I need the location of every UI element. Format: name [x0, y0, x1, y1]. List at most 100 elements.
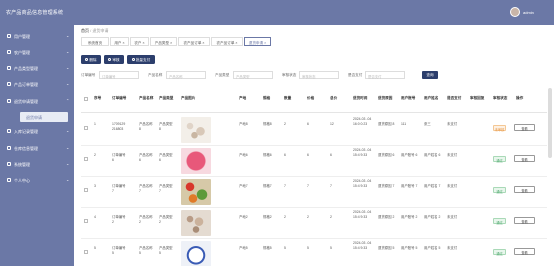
tab-orders-b[interactable]: 农产品订单 × — [211, 37, 243, 46]
cell-origin: 产地6 — [239, 153, 248, 157]
cell-time: 2024-03 -04 15:4 9:33 — [353, 148, 372, 157]
col-header: 用户账号 — [401, 96, 416, 100]
chevron-down-icon: ⌄ — [66, 177, 70, 182]
row-checkbox[interactable] — [84, 250, 88, 254]
breadcrumb-home[interactable]: 首页 — [81, 28, 89, 33]
view-button[interactable]: 查看 — [514, 186, 535, 193]
cell-account: 用户账号 2 — [401, 215, 418, 219]
col-header: 价格 — [307, 96, 315, 100]
search-input-order[interactable]: 订单编号 — [99, 71, 139, 79]
sidebar: 用户管理 ⌄ 农户管理 ⌄ 产品类型管理 ⌄ 产品订单管理 ⌄ 退货申请管理 ⌃… — [0, 25, 74, 266]
cell-type: 产品类型 5 — [159, 246, 173, 255]
product-image — [181, 210, 211, 236]
search-input-type[interactable]: 产品类型 — [233, 71, 273, 79]
tab-returns[interactable]: 退货申请 × — [244, 37, 271, 46]
col-header: 退货时间 — [353, 96, 368, 100]
search-input-status[interactable]: 审核状态 — [299, 71, 339, 79]
sidebar-subitem-returns[interactable]: 退货申请 — [20, 112, 68, 122]
table-row: 4 订单编号 2 产品名称 2 产品类型 2 产地2 规格2 2 2 2 2024-03 -04 … — [81, 207, 547, 239]
cell-reason: 退货原因 8 — [378, 122, 395, 126]
cell-price: 2 — [307, 215, 309, 219]
search-input-paid[interactable]: 是否支付 — [365, 71, 405, 79]
row-checkbox[interactable] — [84, 157, 88, 161]
search-button[interactable]: 查询 — [422, 71, 438, 79]
view-button[interactable]: 查看 — [514, 248, 535, 255]
delete-button[interactable]: 删除 — [81, 55, 101, 64]
col-header: 序号 — [94, 96, 102, 100]
status-badge: 通过 — [493, 156, 506, 163]
search-input-name[interactable]: 产品名称 — [166, 71, 206, 79]
app-title: 农产品商品信息管理系统 — [6, 10, 64, 16]
cell-no: 1 — [94, 122, 96, 126]
batch-pay-button[interactable]: 批量支付 — [127, 55, 155, 64]
sidebar-item-farmers[interactable]: 农户管理 ⌄ — [0, 47, 74, 58]
cell-paid: 未支付 — [447, 184, 458, 188]
col-header: 总价 — [330, 96, 338, 100]
sidebar-item-returns[interactable]: 退货申请管理 ⌃ — [0, 96, 74, 107]
sidebar-item-product-types[interactable]: 产品类型管理 ⌄ — [0, 63, 74, 74]
tab-orders-a[interactable]: 农产品订单 × — [178, 37, 210, 46]
cell-order: 订单编号 5 — [112, 246, 126, 255]
cell-name: 产品名称 7 — [139, 184, 153, 193]
table-row: 5 订单编号 5 产品名称 5 产品类型 5 产地5 规格5 5 5 5 2024-03 -04 … — [81, 238, 547, 266]
cell-account: 111 — [401, 122, 407, 126]
tab-users[interactable]: 用户 × — [110, 37, 129, 46]
sidebar-item-label: 仓库信息管理 — [14, 146, 38, 151]
cell-name: 产品名称 6 — [139, 153, 153, 162]
table-row: 3 订单编号 7 产品名称 7 产品类型 7 产地7 规格7 7 7 7 2024-03 -04 … — [81, 176, 547, 208]
row-checkbox[interactable] — [84, 126, 88, 130]
search-label-status: 审核状态 — [282, 73, 297, 77]
tab-product-types[interactable]: 产品类型 × — [150, 37, 177, 46]
cell-type: 产品类型 7 — [159, 184, 173, 193]
chevron-down-icon: ⌄ — [66, 161, 70, 166]
breadcrumb: 首页 / 退货申请 — [81, 28, 108, 34]
cell-time: 2024-03 -04 16:0 0:23 — [353, 117, 372, 126]
cell-type: 产品类型 6 — [159, 153, 173, 162]
cell-total: 5 — [330, 246, 332, 250]
cell-order: 订单编号 6 — [112, 153, 126, 162]
row-checkbox[interactable] — [84, 188, 88, 192]
cell-reason: 退货原因 2 — [378, 215, 395, 219]
col-header: 用户姓名 — [424, 96, 439, 100]
cell-paid: 未支付 — [447, 153, 458, 157]
search-label-paid: 是否支付 — [348, 73, 363, 77]
table-scrollbar[interactable] — [548, 88, 552, 158]
cell-order: 1709129 216803 — [112, 122, 126, 131]
cell-qty: 6 — [284, 153, 286, 157]
product-image — [181, 117, 211, 143]
tab-farmers[interactable]: 农户 × — [130, 37, 149, 46]
avatar[interactable] — [510, 7, 520, 17]
username-label[interactable]: admin — [523, 10, 534, 15]
audit-button-label: 审核 — [112, 57, 120, 62]
sidebar-item-inbound[interactable]: 入库记录管理 ⌄ — [0, 126, 74, 137]
view-button[interactable]: 查看 — [514, 217, 535, 224]
sidebar-item-system[interactable]: 系统管理 ⌄ — [0, 159, 74, 170]
cell-order: 订单编号 2 — [112, 215, 126, 224]
sidebar-item-label: 农户管理 — [14, 50, 30, 55]
chevron-down-icon: ⌄ — [66, 145, 70, 150]
pay-icon — [131, 58, 135, 61]
sidebar-item-label: 个人中心 — [14, 178, 30, 183]
cell-origin: 产地7 — [239, 184, 248, 188]
cell-origin: 产地5 — [239, 246, 248, 250]
cell-reason: 退货原因 6 — [378, 153, 395, 157]
row-checkbox[interactable] — [84, 219, 88, 223]
cell-reason: 退货原因 5 — [378, 246, 395, 250]
cell-account: 用户账号 5 — [401, 246, 418, 250]
top-header: 农产品商品信息管理系统 admin — [0, 0, 554, 25]
chevron-down-icon: ⌄ — [66, 81, 70, 86]
return-icon — [7, 99, 11, 103]
sidebar-item-users[interactable]: 用户管理 ⌄ — [0, 31, 74, 42]
sidebar-item-warehouse[interactable]: 仓库信息管理 ⌄ — [0, 143, 74, 154]
cell-spec: 规格5 — [263, 246, 272, 250]
audit-button[interactable]: 审核 — [104, 55, 124, 64]
col-header: 退货原因 — [378, 96, 393, 100]
sidebar-item-profile[interactable]: 个人中心 ⌄ — [0, 175, 74, 186]
status-badge: 未审核 — [493, 125, 506, 132]
tab-home[interactable]: 系统首页 — [81, 37, 109, 46]
cell-qty: 7 — [284, 184, 286, 188]
view-button[interactable]: 查看 — [514, 155, 535, 162]
select-all-checkbox[interactable] — [84, 97, 88, 101]
sidebar-item-orders[interactable]: 产品订单管理 ⌄ — [0, 79, 74, 90]
view-button[interactable]: 查看 — [514, 124, 535, 131]
